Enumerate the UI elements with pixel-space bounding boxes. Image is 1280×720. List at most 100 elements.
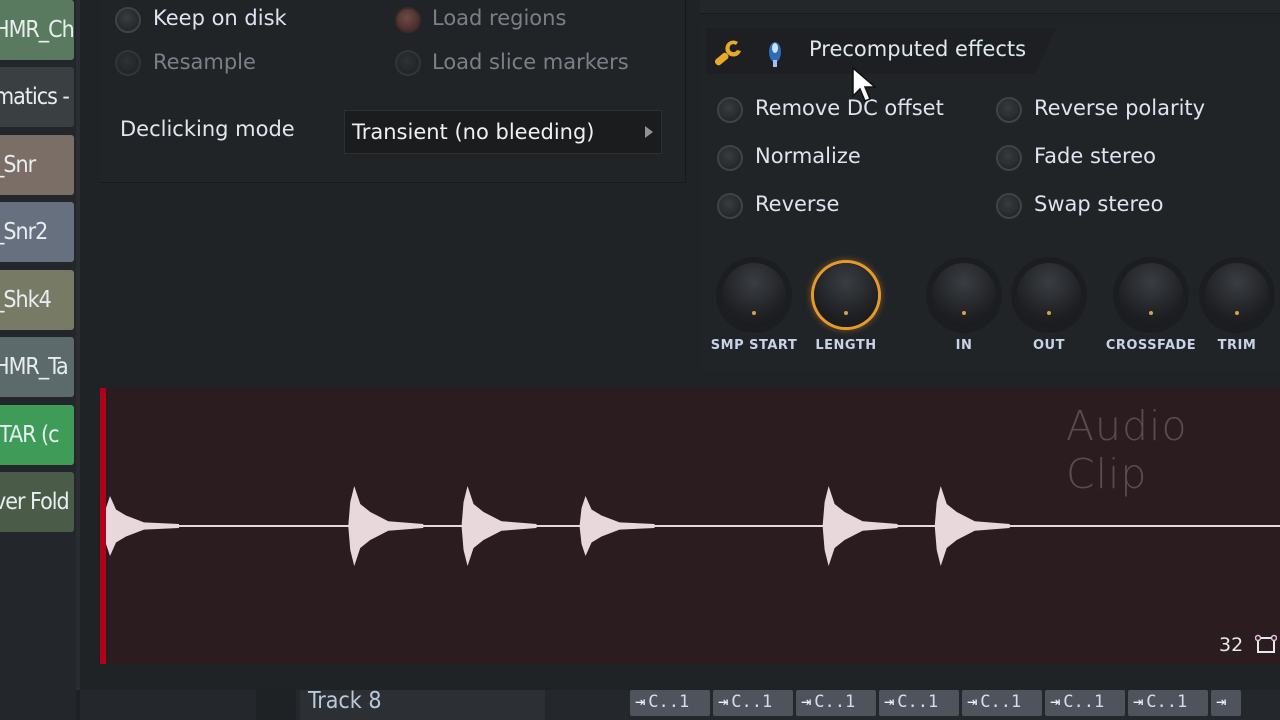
waveform-top-gap [80, 372, 1280, 388]
trim-knob[interactable] [1205, 263, 1269, 327]
clip-arrow-icon: ⇥ [635, 692, 646, 712]
waveform-transient [822, 486, 898, 566]
pattern-item[interactable]: ITAR (c [0, 405, 74, 465]
audio-clip-watermark: Audio Clip [1066, 402, 1188, 498]
pattern-label: ver Fold [0, 489, 70, 515]
pattern-label: HMR_Ta [0, 354, 69, 380]
mouse-cursor-icon [852, 66, 878, 102]
waveform-transient [579, 496, 655, 556]
playlist-clip[interactable]: ⇥ C..1 [796, 690, 876, 716]
clip-label: C..1 [1146, 692, 1188, 712]
playlist-clip[interactable]: ⇥ C..1 [713, 690, 793, 716]
crossfade-label: CROSSFADE [1105, 338, 1197, 353]
effects-title: Precomputed effects [809, 37, 1027, 61]
waveform-transient [934, 486, 1010, 566]
clip-arrow-icon: ⇥ [884, 692, 895, 712]
crossfade-knob[interactable] [1119, 263, 1183, 327]
playlist-clip[interactable]: ⇥ C..1 [962, 690, 1042, 716]
knob-indicator [1047, 311, 1051, 315]
track-mute-cell[interactable] [256, 690, 296, 720]
waveform-transient [104, 496, 179, 556]
pattern-item[interactable]: ver Fold [0, 472, 74, 532]
playlist-clip[interactable]: ⇥ [1211, 690, 1241, 716]
envelope-icon[interactable] [1255, 634, 1277, 656]
out-knob[interactable] [1017, 263, 1081, 327]
clip-label: C..1 [980, 692, 1022, 712]
pattern-item[interactable]: HMR_Ch [0, 0, 74, 60]
pattern-item[interactable]: HMR_Ta [0, 337, 74, 397]
resample-label: Resample [153, 50, 256, 74]
waveform-transient [348, 486, 424, 566]
playhead-marker[interactable] [100, 388, 106, 664]
fade-stereo-label: Fade stereo [1034, 144, 1156, 168]
normalize-label: Normalize [755, 144, 861, 168]
load-slice-markers-radio[interactable] [395, 50, 421, 76]
reverse-radio[interactable] [717, 193, 743, 219]
probe-icon[interactable] [764, 36, 786, 70]
playlist-clip[interactable]: ⇥ C..1 [1045, 690, 1125, 716]
in-knob[interactable] [932, 263, 996, 327]
knob-indicator [1235, 311, 1239, 315]
chevron-right-icon [645, 126, 653, 138]
pattern-item[interactable]: _Shk4 [0, 270, 74, 330]
knob-indicator [752, 311, 756, 315]
reverse-polarity-label: Reverse polarity [1034, 96, 1206, 120]
declicking-mode-value: Transient (no bleeding) [352, 120, 595, 144]
declicking-mode-label: Declicking mode [120, 117, 295, 141]
normalize-radio[interactable] [717, 145, 743, 171]
smp-start-knob[interactable] [722, 263, 786, 327]
in-label: IN [955, 338, 973, 353]
playlist-clip[interactable]: ⇥ C..1 [1128, 690, 1208, 716]
swap-stereo-label: Swap stereo [1034, 192, 1164, 216]
keep-on-disk-radio[interactable] [115, 7, 141, 33]
reverse-label: Reverse [755, 192, 840, 216]
pattern-label: matics - [0, 84, 70, 110]
knob-indicator [962, 311, 966, 315]
out-label: OUT [1033, 338, 1065, 353]
pattern-label: _Snr2 [0, 219, 48, 245]
playlist-clip[interactable]: ⇥ C..1 [879, 690, 959, 716]
load-slice-markers-label: Load slice markers [432, 50, 629, 74]
clip-arrow-icon: ⇥ [718, 692, 729, 712]
clip-label: C..1 [1063, 692, 1105, 712]
load-regions-radio[interactable] [395, 7, 421, 33]
clip-arrow-icon: ⇥ [1133, 692, 1144, 712]
top-strip [700, 0, 1280, 14]
length-knob[interactable] [814, 263, 878, 327]
waveform-transient [461, 486, 537, 566]
reverse-polarity-radio[interactable] [996, 97, 1022, 123]
keep-on-disk-label: Keep on disk [153, 6, 287, 30]
pattern-label: _Snr [0, 152, 36, 178]
fade-stereo-radio[interactable] [996, 145, 1022, 171]
clip-label: C..1 [897, 692, 939, 712]
swap-stereo-radio[interactable] [996, 193, 1022, 219]
pattern-item[interactable]: matics - [0, 67, 74, 127]
clip-arrow-icon: ⇥ [801, 692, 812, 712]
smp-start-label: SMP START [710, 338, 798, 353]
pattern-list: HMR_Ch matics - _Snr _Snr2 _Shk4 HMR_Ta … [0, 0, 76, 720]
remove-dc-offset-radio[interactable] [717, 97, 743, 123]
clip-arrow-icon: ⇥ [1216, 692, 1227, 712]
pattern-label: HMR_Ch [0, 17, 74, 43]
wrench-icon[interactable] [711, 36, 745, 70]
clip-arrow-icon: ⇥ [1050, 692, 1061, 712]
length-label: LENGTH [815, 338, 877, 353]
knob-indicator [844, 311, 848, 315]
trim-label: TRIM [1217, 338, 1257, 353]
remove-dc-offset-label: Remove DC offset [755, 96, 944, 120]
playlist-clip[interactable]: ⇥ C..1 [630, 690, 710, 716]
knob-indicator [1149, 311, 1153, 315]
load-regions-label: Load regions [432, 6, 567, 30]
pattern-label: ITAR (c [0, 422, 59, 448]
pattern-label: _Shk4 [0, 287, 52, 313]
pattern-item[interactable]: _Snr2 [0, 202, 74, 262]
clip-label: C..1 [731, 692, 773, 712]
pattern-item[interactable]: _Snr [0, 135, 74, 195]
clip-arrow-icon: ⇥ [967, 692, 978, 712]
clip-count: 32 [1219, 634, 1244, 656]
track-name: Track 8 [308, 688, 382, 714]
clip-label: C..1 [648, 692, 690, 712]
declicking-mode-select[interactable]: Transient (no bleeding) [344, 110, 662, 154]
clip-label: C..1 [814, 692, 856, 712]
resample-radio[interactable] [115, 50, 141, 76]
